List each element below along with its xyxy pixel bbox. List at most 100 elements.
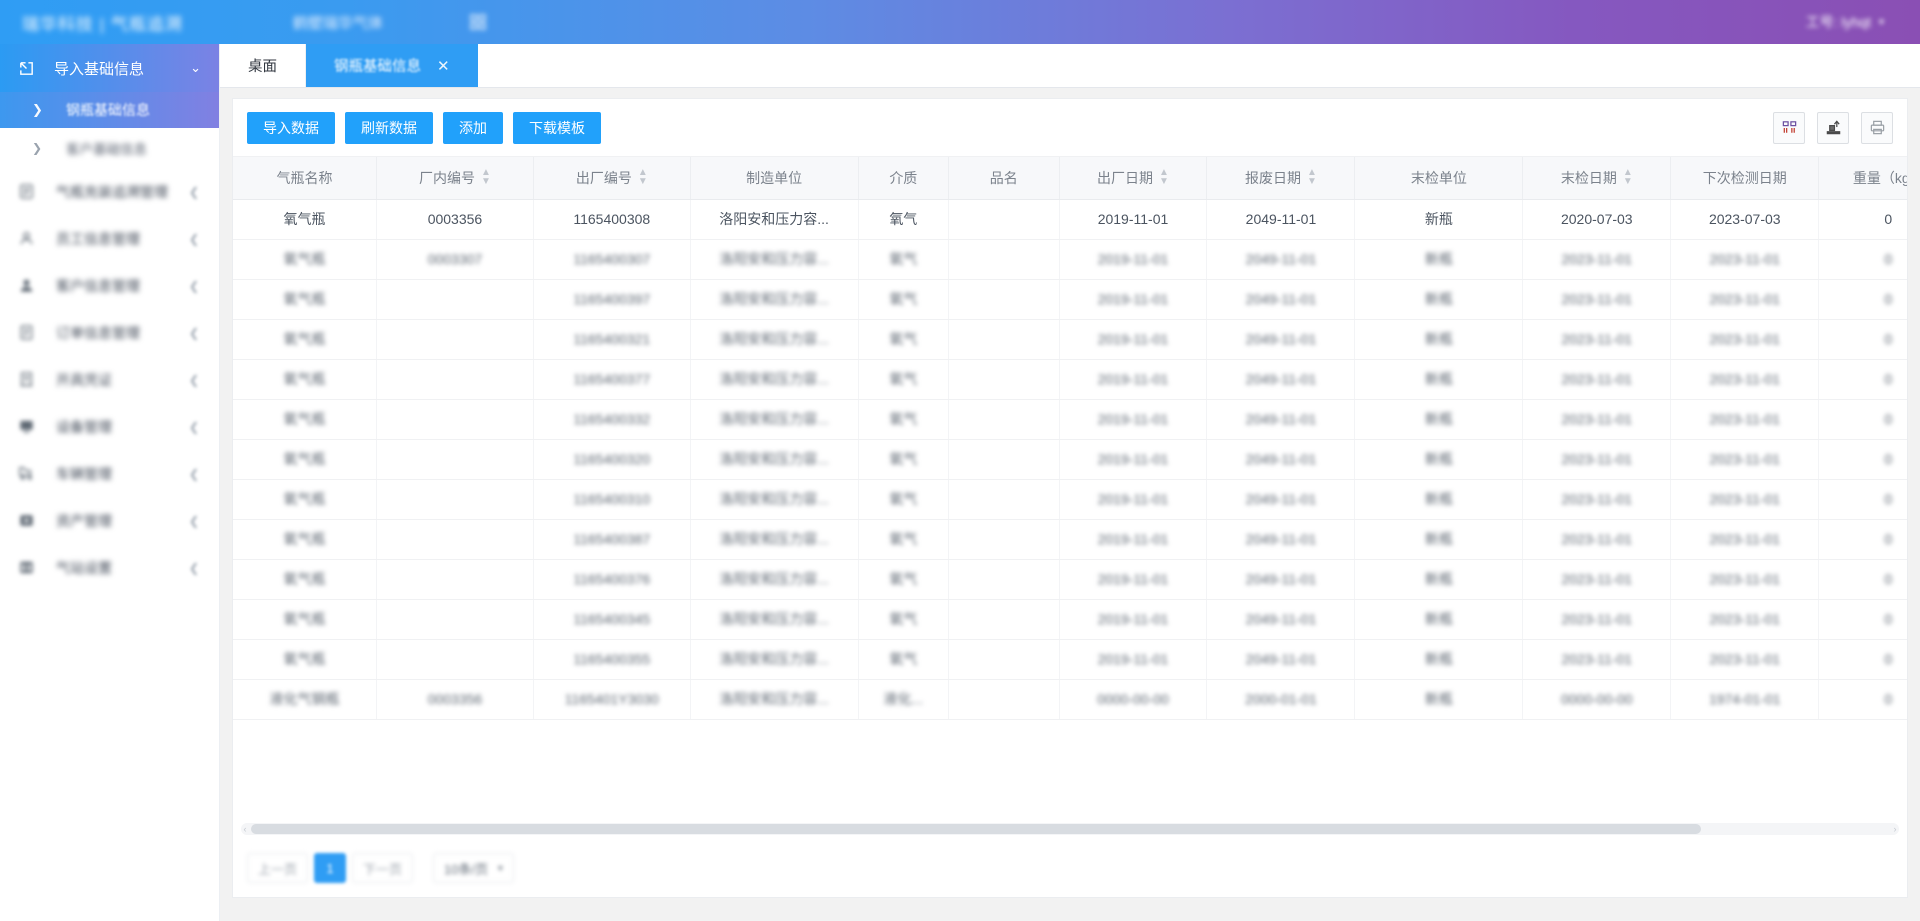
download-template-button[interactable]: 下载模板 [513,112,601,144]
table-header-2[interactable]: 出厂编号▲▼ [533,157,690,199]
topnav-company[interactable]: 鹤壁瑞华气体 [293,12,383,33]
grid-icon[interactable] [469,13,487,31]
print-icon[interactable] [1861,112,1893,144]
sidebar-item-label: 气站设置 [56,558,112,578]
page-size-select[interactable]: 10条/页 ▾ [433,853,514,883]
sidebar-item-customer-info[interactable]: 客户信息管理 ❮ [0,262,219,309]
tab-cylinder-basic-info[interactable]: 钢瓶基础信息 ✕ [306,44,478,87]
sidebar-item-cylinder-basic-info[interactable]: ❯ 钢瓶基础信息 [0,92,219,128]
table-cell: 洛阳安和压力容... [690,359,858,399]
table-cell: 1165400376 [533,559,690,599]
table-header-6[interactable]: 出厂日期▲▼ [1059,157,1207,199]
table-header-label: 末检单位 [1411,170,1467,186]
scrollbar-thumb[interactable] [251,824,1701,834]
table-cell: 2023-11-01 [1523,359,1671,399]
table-cell [377,359,534,399]
table-header-7[interactable]: 报废日期 ▲▼ [1207,157,1355,199]
sidebar-item-label: 客户信息管理 [56,276,140,296]
table-cell: 氧气瓶 [233,399,377,439]
table-cell: 2019-11-01 [1059,639,1207,679]
sidebar-group-import-basic-info[interactable]: 导入基础信息 ⌄ [0,44,219,92]
table-header-label: 制造单位 [746,170,802,186]
table-cell: 0 [1819,359,1907,399]
table-row[interactable]: 氧气瓶00033071165400307洛阳安和压力容...氧气2019-11-… [233,239,1907,279]
page-number-1[interactable]: 1 [314,853,346,883]
sidebar-item-customer-basic-info[interactable]: ❯ 客户基础信息 [0,128,219,168]
sidebar-item-label: 员工信息管理 [56,229,140,249]
sidebar-item-cylinder-filling[interactable]: 气瓶充装追溯管理 ❮ [0,168,219,215]
column-settings-icon[interactable] [1773,112,1805,144]
sidebar-item-order-info[interactable]: 订单信息管理 ❮ [0,309,219,356]
table-row[interactable]: 氧气瓶1165400376洛阳安和压力容...氧气2019-11-012049-… [233,559,1907,599]
user-menu[interactable]: 工号: lyhqt ▾ [1806,12,1884,32]
sidebar-item-asset-management[interactable]: 资产管理 ❮ [0,497,219,544]
sort-icon[interactable]: ▲▼ [1307,168,1317,186]
export-icon[interactable] [1817,112,1849,144]
next-page-button[interactable]: 下一页 [352,853,413,883]
table-row[interactable]: 氧气瓶1165400310洛阳安和压力容...氧气2019-11-012049-… [233,479,1907,519]
scroll-left-cap[interactable]: ‹ [241,824,249,834]
table-cell: 氧气瓶 [233,199,377,239]
table-row[interactable]: 氧气瓶1165400387洛阳安和压力容...氧气2019-11-012049-… [233,519,1907,559]
table-cell: 0 [1819,199,1907,239]
pagination: 上一页 1 下一页 10条/页 ▾ [247,853,514,883]
table-cell: 1165400308 [533,199,690,239]
scroll-right-cap[interactable]: › [1891,824,1899,834]
table-cell: 0 [1819,479,1907,519]
table-cell: 2023-11-01 [1671,399,1819,439]
table-cell [949,599,1059,639]
chevron-right-icon: ❯ [32,141,48,155]
table-header-label: 介质 [889,170,917,186]
close-icon[interactable]: ✕ [437,57,450,75]
table-row[interactable]: 氧气瓶1165400377洛阳安和压力容...氧气2019-11-012049-… [233,359,1907,399]
sidebar-item-device-management[interactable]: 设备管理 ❮ [0,403,219,450]
table-cell: 氧气 [858,279,949,319]
sort-icon[interactable]: ▲▼ [638,168,648,186]
table-header-1[interactable]: 厂内编号▲▼ [377,157,534,199]
receipt-icon [18,371,40,388]
table-row[interactable]: 氧气瓶1165400397洛阳安和压力容...氧气2019-11-012049-… [233,279,1907,319]
table-cell: 氧气瓶 [233,239,377,279]
table-row[interactable]: 氧气瓶1165400321洛阳安和压力容...氧气2019-11-012049-… [233,319,1907,359]
page-size-label: 10条/页 [444,859,488,878]
sidebar-item-station-settings[interactable]: 气站设置 ❮ [0,544,219,591]
table-row[interactable]: 氧气瓶1165400345洛阳安和压力容...氧气2019-11-012049-… [233,599,1907,639]
table-cell: 2023-11-01 [1523,439,1671,479]
add-button[interactable]: 添加 [443,112,503,144]
chevron-left-icon: ❮ [189,232,199,246]
table-cell: 新瓶 [1355,439,1523,479]
table-cell: 2023-11-01 [1671,479,1819,519]
table-row[interactable]: 氧气瓶1165400332洛阳安和压力容...氧气2019-11-012049-… [233,399,1907,439]
table-cell: 氧气瓶 [233,439,377,479]
table-header-label: 报废日期 [1245,170,1301,186]
horizontal-scrollbar[interactable]: ‹ › [241,823,1899,835]
table-cell: 液化... [858,679,949,719]
tab-desktop[interactable]: 桌面 [220,44,306,87]
table-cell: 洛阳安和压力容... [690,199,858,239]
table-cell: 2023-11-01 [1523,279,1671,319]
table-cell: 0003356 [377,679,534,719]
table-cell: 0 [1819,319,1907,359]
main-content: 桌面 钢瓶基础信息 ✕ 导入数据 刷新数据 添加 下载模板 [220,44,1920,921]
table-cell: 2023-11-01 [1671,319,1819,359]
sidebar-item-issue-voucher[interactable]: 开具凭证 ❮ [0,356,219,403]
tab-label: 桌面 [248,55,277,76]
table-row[interactable]: 液化气钢瓶00033561165401Y3030洛阳安和压力容...液化...0… [233,679,1907,719]
sidebar-item-vehicle-management[interactable]: 车辆管理 ❮ [0,450,219,497]
table-row[interactable]: 氧气瓶1165400355洛阳安和压力容...氧气2019-11-012049-… [233,639,1907,679]
import-data-button[interactable]: 导入数据 [247,112,335,144]
table-row[interactable]: 氧气瓶00033561165400308洛阳安和压力容...氧气2019-11-… [233,199,1907,239]
table-row[interactable]: 氧气瓶1165400320洛阳安和压力容...氧气2019-11-012049-… [233,439,1907,479]
table-cell: 新瓶 [1355,679,1523,719]
sort-icon[interactable]: ▲▼ [1623,168,1633,186]
refresh-data-button[interactable]: 刷新数据 [345,112,433,144]
sort-icon[interactable]: ▲▼ [481,168,491,186]
sort-icon[interactable]: ▲▼ [1159,168,1169,186]
table-cell: 新瓶 [1355,279,1523,319]
table-cell: 0 [1819,559,1907,599]
table-header-9[interactable]: 末检日期▲▼ [1523,157,1671,199]
chevron-left-icon: ❮ [189,279,199,293]
prev-page-button[interactable]: 上一页 [247,853,308,883]
sidebar-item-employee-info[interactable]: 员工信息管理 ❮ [0,215,219,262]
chevron-left-icon: ❮ [189,420,199,434]
